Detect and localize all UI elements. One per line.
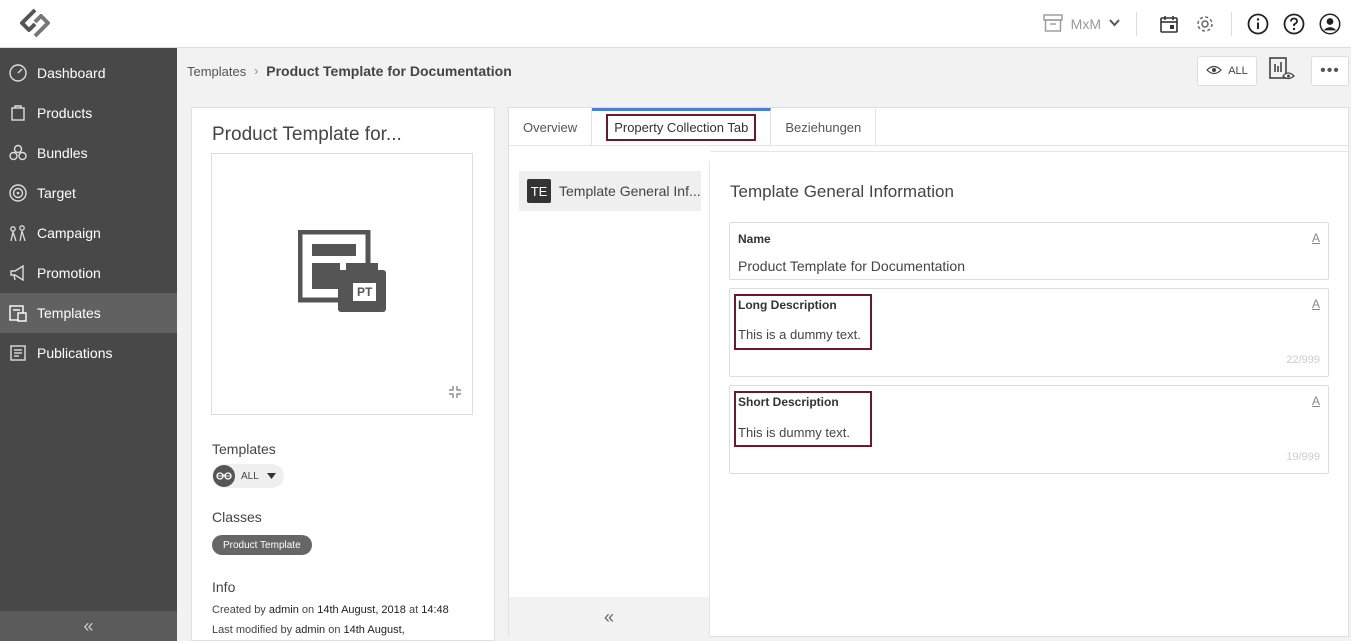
visibility-filter-label: ALL bbox=[1228, 65, 1248, 77]
section-title: Template General Information bbox=[730, 182, 954, 201]
archive-icon bbox=[1042, 13, 1063, 35]
name-value[interactable]: Product Template for Documentation bbox=[738, 258, 965, 274]
class-chip[interactable]: Product Template bbox=[212, 535, 312, 555]
templates-label: Templates bbox=[212, 441, 276, 457]
caret-down-icon bbox=[266, 471, 276, 481]
divider bbox=[1231, 12, 1232, 36]
sidebar-item-label: Promotion bbox=[37, 265, 101, 281]
language-indicator-icon[interactable]: A bbox=[1312, 394, 1320, 408]
sidebar-item-target[interactable]: Target bbox=[0, 173, 177, 213]
field-label: Name bbox=[738, 232, 771, 246]
detail-panel: Overview Property Collection Tab Beziehu… bbox=[508, 107, 1349, 637]
modified-info: Last modified by admin on 14th August, bbox=[212, 624, 405, 636]
sidebar-item-label: Products bbox=[37, 105, 93, 121]
products-icon bbox=[8, 103, 28, 123]
section-list-collapse-button[interactable]: « bbox=[509, 597, 709, 637]
sidebar-item-label: Dashboard bbox=[37, 65, 106, 81]
entity-summary-panel: Product Template for... PT Templates ALL… bbox=[191, 107, 495, 641]
gear-icon[interactable] bbox=[1194, 13, 1216, 35]
collapse-arrows-icon[interactable] bbox=[448, 385, 462, 404]
breadcrumb-separator: › bbox=[254, 64, 259, 78]
tab-overview[interactable]: Overview bbox=[509, 108, 593, 146]
field-label: Long Description bbox=[738, 298, 837, 312]
top-bar: MxM bbox=[0, 0, 1351, 48]
glasses-icon bbox=[213, 465, 235, 487]
sidebar-collapse-button[interactable]: « bbox=[0, 611, 177, 641]
name-field[interactable]: Name Product Template for Documentation … bbox=[729, 222, 1329, 280]
info-icon[interactable] bbox=[1247, 13, 1269, 35]
sidebar-item-label: Campaign bbox=[37, 225, 101, 241]
tab-bar: Overview Property Collection Tab Beziehu… bbox=[509, 108, 1348, 146]
breadcrumb-parent-link[interactable]: Templates bbox=[187, 64, 246, 79]
sidebar-item-promotion[interactable]: Promotion bbox=[0, 253, 177, 293]
sidebar-item-campaign[interactable]: Campaign bbox=[0, 213, 177, 253]
created-info: Created by admin on 14th August, 2018 at… bbox=[212, 604, 449, 616]
sidebar-item-templates[interactable]: Templates bbox=[0, 293, 177, 333]
dashboard-icon bbox=[8, 63, 28, 83]
section-item-template-general-info[interactable]: TE Template General Inf... bbox=[519, 171, 701, 211]
double-chevron-left-icon: « bbox=[603, 606, 614, 627]
preview-document-icon bbox=[1268, 56, 1296, 87]
breadcrumb: Templates › Product Template for Documen… bbox=[187, 63, 512, 79]
character-count: 19/999 bbox=[1286, 451, 1320, 463]
templates-dropdown-value: ALL bbox=[241, 470, 259, 482]
more-options-button[interactable]: ••• bbox=[1311, 56, 1349, 86]
tab-property-collection[interactable]: Property Collection Tab bbox=[592, 108, 772, 146]
breadcrumb-bar: Templates › Product Template for Documen… bbox=[177, 48, 1351, 94]
section-badge: TE bbox=[527, 179, 551, 203]
help-icon[interactable] bbox=[1283, 13, 1305, 35]
workspace-label: MxM bbox=[1070, 16, 1101, 32]
template-icon: PT bbox=[297, 229, 388, 319]
classes-label: Classes bbox=[212, 509, 262, 525]
sidebar-item-label: Templates bbox=[37, 305, 101, 321]
promotion-icon bbox=[8, 263, 28, 283]
section-item-label: Template General Inf... bbox=[559, 183, 701, 199]
long-description-value[interactable]: This is a dummy text. bbox=[738, 327, 861, 342]
target-icon bbox=[8, 183, 28, 203]
field-label: Short Description bbox=[738, 395, 839, 409]
more-icon: ••• bbox=[1320, 62, 1340, 79]
sidebar-item-label: Publications bbox=[37, 345, 113, 361]
short-description-field[interactable]: Short Description This is dummy text. A … bbox=[729, 385, 1329, 474]
tab-beziehungen[interactable]: Beziehungen bbox=[771, 108, 877, 146]
sidebar: Dashboard Products Bundles Target Campai… bbox=[0, 48, 177, 641]
preview-button[interactable] bbox=[1267, 56, 1297, 86]
double-chevron-left-icon: « bbox=[83, 615, 94, 636]
sidebar-item-label: Target bbox=[37, 185, 76, 201]
sidebar-item-label: Bundles bbox=[37, 145, 88, 161]
language-indicator-icon[interactable]: A bbox=[1312, 297, 1320, 311]
sidebar-item-bundles[interactable]: Bundles bbox=[0, 133, 177, 173]
entity-image: PT bbox=[211, 153, 473, 415]
visibility-filter-button[interactable]: ALL bbox=[1197, 56, 1257, 86]
sidebar-item-publications[interactable]: Publications bbox=[0, 333, 177, 373]
user-icon[interactable] bbox=[1319, 13, 1341, 35]
chevron-down-icon bbox=[1109, 18, 1120, 30]
sidebar-item-dashboard[interactable]: Dashboard bbox=[0, 53, 177, 93]
section-list: TE Template General Inf... « bbox=[509, 161, 710, 637]
templates-icon bbox=[8, 303, 28, 323]
divider bbox=[710, 151, 1348, 152]
campaign-icon bbox=[8, 223, 28, 243]
template-icon-label: PT bbox=[353, 283, 377, 301]
publications-icon bbox=[8, 343, 28, 363]
short-description-value[interactable]: This is dummy text. bbox=[738, 425, 850, 440]
bundles-icon bbox=[8, 143, 28, 163]
app-logo-icon[interactable] bbox=[16, 8, 54, 38]
character-count: 22/999 bbox=[1286, 354, 1320, 366]
long-description-field[interactable]: Long Description This is a dummy text. A… bbox=[729, 288, 1329, 377]
entity-title: Product Template for... bbox=[212, 124, 402, 145]
workspace-selector[interactable]: MxM bbox=[1042, 12, 1137, 36]
breadcrumb-current: Product Template for Documentation bbox=[266, 63, 512, 79]
sidebar-item-products[interactable]: Products bbox=[0, 93, 177, 133]
templates-dropdown[interactable]: ALL bbox=[212, 464, 284, 488]
calendar-icon[interactable] bbox=[1158, 13, 1180, 35]
info-label: Info bbox=[212, 579, 236, 595]
eye-icon bbox=[1206, 65, 1223, 78]
language-indicator-icon[interactable]: A bbox=[1312, 231, 1320, 245]
